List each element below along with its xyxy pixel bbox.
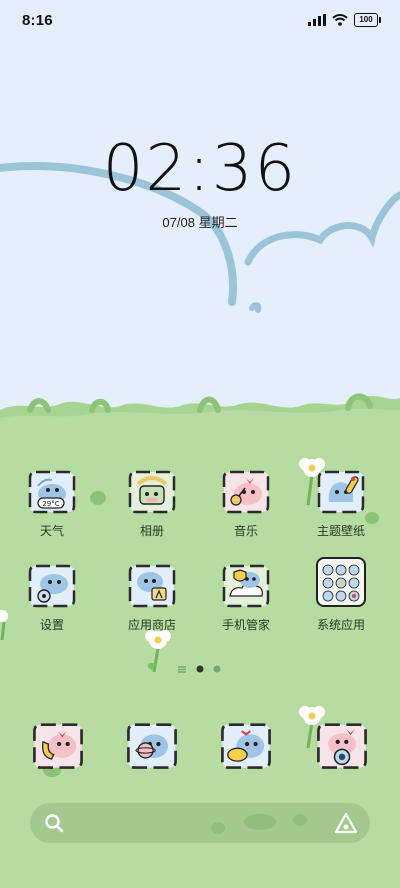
app-themes[interactable]: 主题壁纸: [301, 462, 381, 539]
security-icon: [222, 564, 270, 608]
page-dot[interactable]: [213, 665, 221, 673]
app-settings[interactable]: 设置: [12, 556, 92, 633]
app-label: 音乐: [233, 524, 258, 538]
app-label: 天气: [39, 524, 64, 538]
app-store[interactable]: 应用商店: [112, 556, 192, 633]
app-gallery[interactable]: 相册: [112, 462, 192, 539]
gallery-icon: [128, 470, 176, 514]
system-apps-folder-icon: [316, 557, 366, 607]
app-label: 手机管家: [221, 618, 270, 632]
app-security[interactable]: 手机管家: [206, 556, 286, 633]
messages-icon: [221, 723, 271, 769]
camera-icon: [317, 723, 367, 769]
themes-icon: [317, 470, 365, 514]
battery-icon: 100: [354, 13, 381, 27]
dock-messages[interactable]: [216, 714, 276, 774]
app-store-icon: [128, 564, 176, 608]
app-music[interactable]: 音乐: [206, 462, 286, 539]
date-widget[interactable]: 07/08 星期二: [0, 212, 400, 231]
music-icon: [222, 470, 270, 514]
dock-browser[interactable]: [122, 714, 182, 774]
wifi-icon: [332, 14, 348, 26]
search-icon[interactable]: [44, 813, 64, 833]
page-dot-active[interactable]: [196, 665, 204, 673]
home-screen: 8:16 100 02:36 07/08 星期二 29°C 天气 相册 音乐 主…: [0, 0, 400, 888]
weather-temp-badge: 29°C: [42, 500, 59, 508]
battery-level: 100: [359, 15, 373, 24]
status-bar: 8:16 100: [0, 0, 400, 40]
phone-icon: [33, 723, 83, 769]
app-label: 相册: [139, 524, 164, 538]
clock-widget[interactable]: 02:36: [0, 132, 400, 206]
status-time: 8:16: [22, 12, 53, 29]
all-apps-menu-icon[interactable]: [178, 666, 186, 673]
app-label: 应用商店: [127, 618, 176, 632]
app-weather[interactable]: 29°C 天气: [12, 462, 92, 539]
app-label: 设置: [39, 618, 64, 632]
assistant-icon[interactable]: [334, 812, 358, 834]
page-indicator[interactable]: [176, 664, 226, 674]
weather-icon: 29°C: [28, 470, 76, 514]
dock-phone[interactable]: [28, 714, 88, 774]
app-label: 主题壁纸: [316, 524, 365, 538]
settings-icon: [28, 564, 76, 608]
search-bar[interactable]: [30, 803, 370, 843]
dock-camera[interactable]: [312, 714, 372, 774]
folder-system-apps[interactable]: 系统应用: [301, 556, 381, 633]
app-label: 系统应用: [316, 618, 365, 632]
status-icons: 100: [308, 12, 381, 28]
browser-icon: [127, 723, 177, 769]
signal-icon: [308, 14, 326, 26]
